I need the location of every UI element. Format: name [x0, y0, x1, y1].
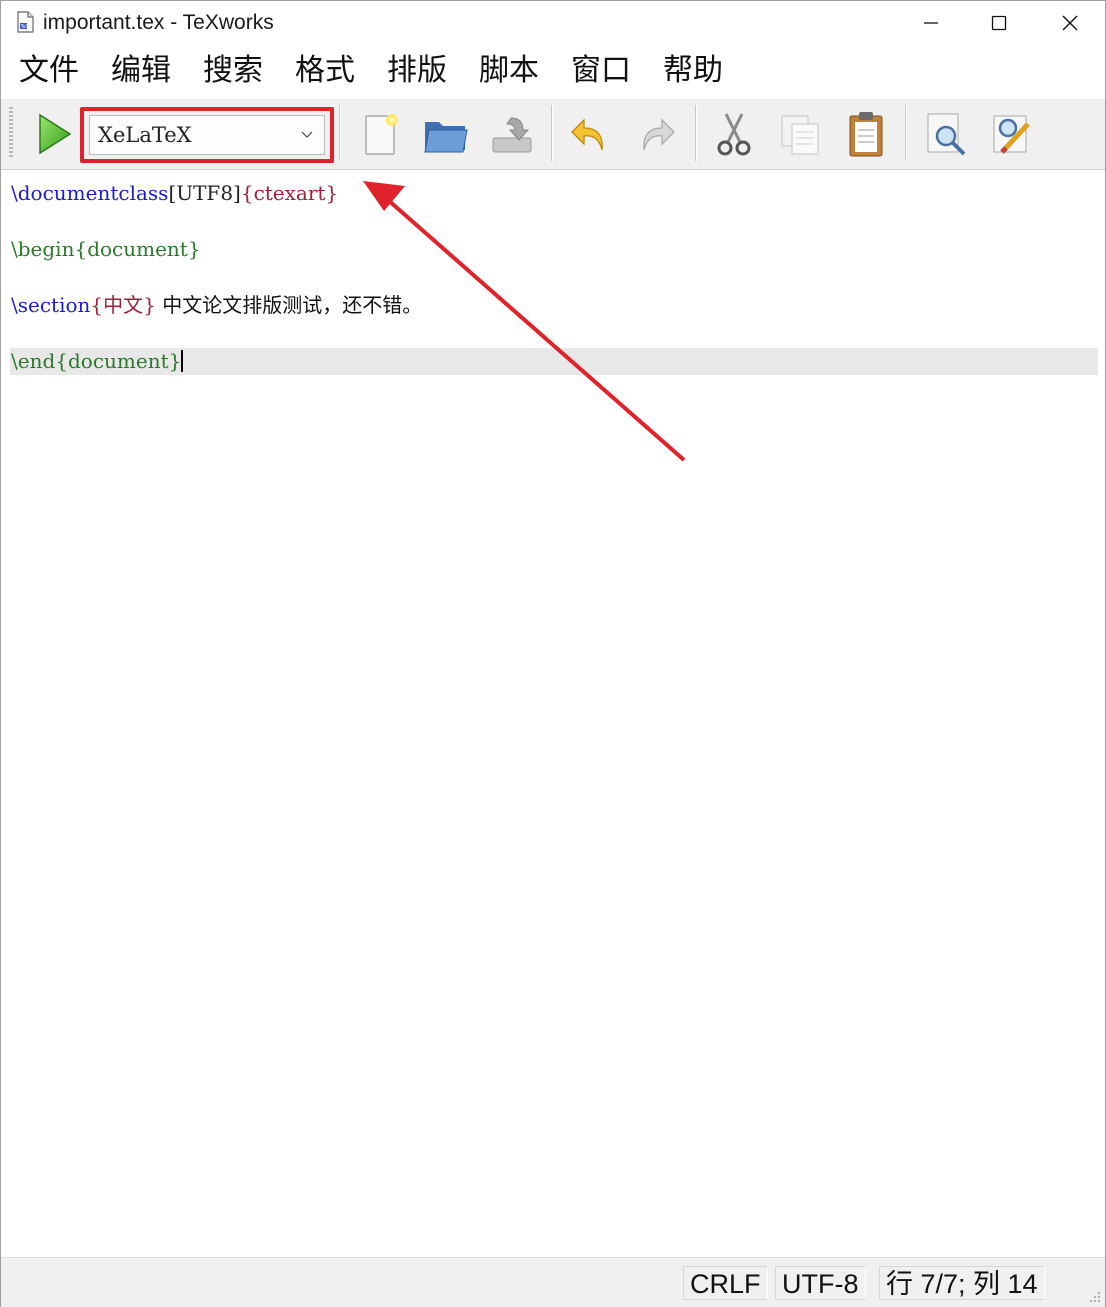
cut-icon — [717, 113, 751, 156]
toolbar-separator — [695, 105, 697, 161]
latex-command: \section — [11, 293, 91, 317]
code-line: \end{document} — [11, 348, 184, 374]
encoding-indicator[interactable]: UTF-8 — [775, 1266, 866, 1300]
find-button[interactable] — [919, 107, 973, 161]
close-icon — [1062, 15, 1078, 31]
new-document-button[interactable] — [353, 107, 407, 161]
save-button[interactable] — [485, 107, 539, 161]
code-line: \begin{document} — [11, 236, 201, 262]
menu-window[interactable]: 窗口 — [571, 53, 631, 89]
toolbar-grip[interactable] — [9, 107, 13, 159]
replace-button[interactable] — [985, 107, 1039, 161]
menu-edit[interactable]: 编辑 — [111, 53, 171, 89]
paste-icon — [849, 112, 883, 157]
replace-icon — [993, 115, 1030, 154]
resize-grip-icon[interactable] — [1087, 1289, 1101, 1303]
minimize-button[interactable] — [908, 1, 954, 45]
latex-option: [UTF8] — [168, 181, 241, 205]
code-line: \documentclass[UTF8]{ctexart} — [11, 180, 338, 206]
typeset-icon — [39, 113, 72, 155]
toolbar-separator — [905, 105, 907, 161]
status-bar: CRLF UTF-8 行 7/7; 列 14 — [1, 1257, 1105, 1307]
toolbar-separator — [339, 105, 341, 161]
latex-argument: {document} — [55, 349, 182, 373]
latex-argument: {中文} — [90, 293, 156, 317]
cut-button[interactable] — [707, 107, 761, 161]
menu-bar: 文件 编辑 搜索 格式 排版 脚本 窗口 帮助 — [1, 45, 1105, 97]
redo-icon — [643, 118, 675, 151]
copy-button[interactable] — [773, 107, 827, 161]
tex-document-icon: TeX — [17, 11, 34, 33]
source-editor[interactable]: \documentclass[UTF8]{ctexart} \begin{doc… — [1, 170, 1105, 1257]
texworks-window: TeX important.tex - TeXworks 文件 编辑 搜索 格式… — [0, 0, 1106, 1307]
save-icon — [492, 117, 532, 153]
paste-button[interactable] — [839, 107, 893, 161]
open-button[interactable] — [419, 107, 473, 161]
cursor-position[interactable]: 行 7/7; 列 14 — [879, 1266, 1045, 1300]
latex-command: \documentclass — [11, 181, 169, 205]
latex-command: \end — [11, 349, 56, 373]
redo-button[interactable] — [629, 107, 683, 161]
line-ending-indicator[interactable]: CRLF — [683, 1266, 768, 1300]
undo-button[interactable] — [563, 107, 617, 161]
close-button[interactable] — [1047, 1, 1093, 45]
toolbar-separator — [551, 105, 553, 161]
menu-scripts[interactable]: 脚本 — [479, 53, 539, 89]
menu-typeset[interactable]: 排版 — [387, 53, 447, 89]
window-title: important.tex - TeXworks — [43, 11, 274, 34]
typeset-button[interactable] — [27, 107, 81, 161]
undo-icon — [571, 118, 603, 151]
find-icon — [927, 113, 966, 156]
menu-help[interactable]: 帮助 — [663, 53, 723, 89]
maximize-icon — [991, 15, 1007, 31]
engine-highlight-box — [80, 107, 334, 163]
minimize-icon — [924, 22, 938, 24]
open-folder-icon — [424, 122, 468, 153]
title-bar: TeX important.tex - TeXworks — [1, 1, 1105, 45]
svg-text:TeX: TeX — [20, 24, 30, 30]
menu-format[interactable]: 格式 — [295, 53, 355, 89]
maximize-button[interactable] — [976, 1, 1022, 45]
menu-file[interactable]: 文件 — [19, 53, 79, 89]
latex-command: \begin — [11, 237, 75, 261]
menu-search[interactable]: 搜索 — [203, 53, 263, 89]
latex-argument: {document} — [74, 237, 201, 261]
code-line: \section{中文} 中文论文排版测试，还不错。 — [11, 292, 422, 318]
new-document-icon — [365, 114, 398, 155]
latex-argument: {ctexart} — [240, 181, 339, 205]
body-text: 中文论文排版测试，还不错。 — [155, 293, 423, 317]
text-caret — [181, 350, 184, 372]
copy-icon — [781, 115, 819, 155]
